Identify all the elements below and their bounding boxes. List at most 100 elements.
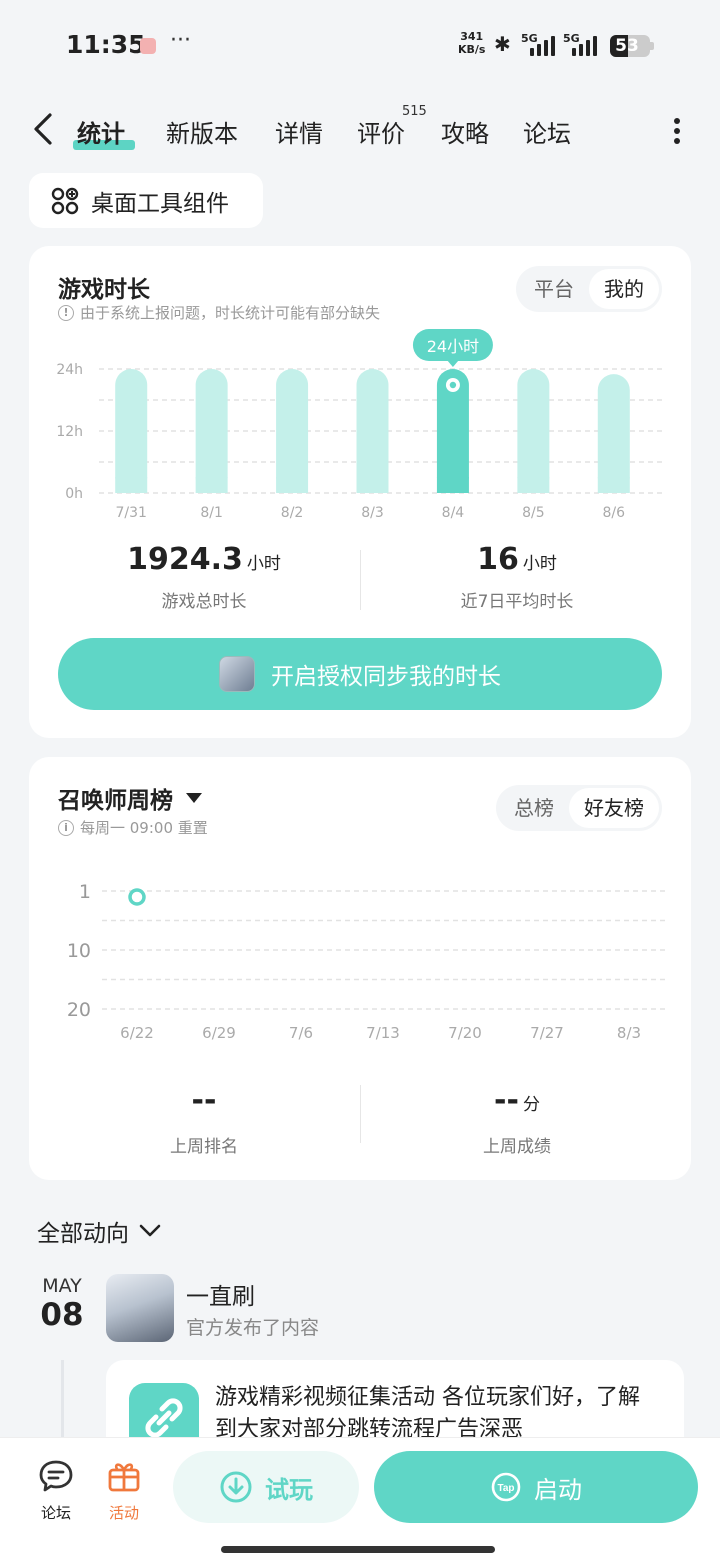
bar-base [517,477,550,493]
timeline-line [61,1360,64,1440]
bluetooth-icon: ✱ [494,32,511,56]
feed-author[interactable]: 一直刷 [186,1277,255,1311]
feed-date: MAY 08 [40,1275,84,1333]
feed-action: 官方发布了内容 [186,1317,320,1339]
widget-grid-icon [51,187,79,214]
x-tick-label: 8/2 [281,505,304,521]
x-tick-label: 8/3 [361,505,384,521]
rank-point [128,888,146,906]
x-tick-label: 7/20 [448,1024,482,1042]
game-avatar [219,656,255,692]
battery-icon: 53 [610,35,650,57]
x-tick-label: 8/1 [200,505,223,521]
x-tick-label: 8/5 [522,505,545,521]
playtime-card: 游戏时长 ! 由于系统上报问题，时长统计可能有部分缺失 平台 我的 24h 12h 0… [29,246,691,738]
author-avatar[interactable] [106,1274,174,1342]
more-notifications-icon: ··· [170,28,191,53]
avg-playtime-unit: 小时 [522,554,557,574]
forum-label: 论坛 [40,1504,71,1522]
y-tick-label: 1 [79,881,91,903]
forum-chat-icon [39,1460,73,1492]
bar-base [436,477,469,493]
home-indicator [221,1546,495,1553]
bar [597,374,630,493]
bar-base [195,477,228,493]
stat-divider [360,550,361,610]
total-playtime-stat: 1924.3 小时 游戏总时长 [54,542,354,612]
total-playtime-value: 1924.3 [127,542,243,577]
tap-logo-icon: Tap [491,1472,521,1502]
tab-guides[interactable]: 攻略 [441,114,489,149]
tab-details[interactable]: 详情 [275,114,323,149]
activity-label: 活动 [108,1504,139,1522]
total-playtime-unit: 小时 [246,554,281,574]
app-notification-icon [140,38,156,54]
back-icon[interactable] [32,112,54,146]
network-speed: 341 KB/s [458,30,486,56]
avg-playtime-stat: 16 小时 近7日平均时长 [367,542,667,612]
tooltip-text: 24小时 [427,337,479,356]
feed-month: MAY [42,1275,82,1297]
gift-icon [108,1463,140,1492]
tooltip-pointer [446,360,459,367]
bar-base [597,477,630,493]
x-tick-label: 7/31 [115,505,146,521]
y-tick-label: 20 [67,999,91,1021]
highlight-marker-dot [449,381,457,389]
x-tick-label: 8/4 [442,505,465,521]
tab-stats[interactable]: 统计 [77,114,125,149]
stat-divider [360,1085,361,1143]
bar [115,369,148,493]
bar [517,369,550,493]
last-rank-value: -- [191,1083,217,1118]
x-tick-label: 8/3 [617,1024,641,1042]
tap-logo-text: Tap [497,1483,514,1494]
sync-playtime-button[interactable]: 开启授权同步我的时长 [58,638,662,710]
status-bar: 11:35 ··· 341 KB/s ✱ 5G 5G 53 [0,0,720,92]
last-score-stat: -- 分 上周成绩 [367,1083,667,1157]
bar [195,369,228,493]
more-options-icon[interactable] [668,116,686,146]
forum-button[interactable]: 论坛 [31,1458,81,1523]
y-tick-label: 0h [65,486,83,502]
bar [356,369,389,493]
last-score-unit: 分 [522,1095,540,1115]
tab-reviews[interactable]: 评价 [357,114,405,149]
bar-base [115,477,148,493]
bar-base [276,477,309,493]
activity-button[interactable]: 活动 [99,1458,149,1523]
x-tick-label: 7/27 [530,1024,564,1042]
download-icon [220,1471,252,1503]
y-tick-label: 24h [56,362,83,378]
status-time: 11:35 [66,30,146,59]
bar [276,369,309,493]
last-score-value: -- [494,1083,519,1118]
last-rank-stat: -- 上周排名 [54,1083,354,1157]
x-tick-label: 7/13 [366,1024,400,1042]
x-tick-label: 7/6 [289,1024,313,1042]
signal-1-icon [530,34,555,56]
feed-filter-dropdown[interactable]: 全部动向 [37,1214,161,1248]
top-nav: 统计 新版本 详情 评价 515 攻略 论坛 [0,104,720,156]
signal-2-icon [572,34,597,56]
launch-button[interactable]: Tap 启动 [374,1451,698,1523]
launch-label: 启动 [534,1475,582,1504]
playtime-bar-chart: 24h 12h 0h 7/31 8/1 8/2 8/3 8/4 24小时 8/5 8/6 [56,329,662,521]
desktop-widget-button[interactable]: 桌面工具组件 [29,173,263,228]
bottom-action-bar: 论坛 活动 试玩 Tap 启动 [0,1437,720,1565]
x-tick-label: 8/6 [603,505,626,521]
ranking-line-chart: 1 10 20 6/22 6/29 7/6 7/13 7/20 7/27 8/3 [67,881,666,1042]
y-tick-label: 10 [67,940,91,962]
review-count-badge: 515 [402,104,427,119]
total-playtime-label: 游戏总时长 [161,592,247,612]
y-tick-label: 12h [56,424,83,440]
last-score-label: 上周成绩 [483,1137,551,1157]
bar-base [356,477,389,493]
try-play-button[interactable]: 试玩 [173,1451,359,1523]
x-tick-label: 6/22 [120,1024,154,1042]
try-play-label: 试玩 [265,1475,313,1504]
chevron-down-icon [139,1224,161,1237]
x-tick-label: 6/29 [202,1024,236,1042]
tab-new-version[interactable]: 新版本 [166,114,238,149]
tab-forum[interactable]: 论坛 [523,114,571,149]
